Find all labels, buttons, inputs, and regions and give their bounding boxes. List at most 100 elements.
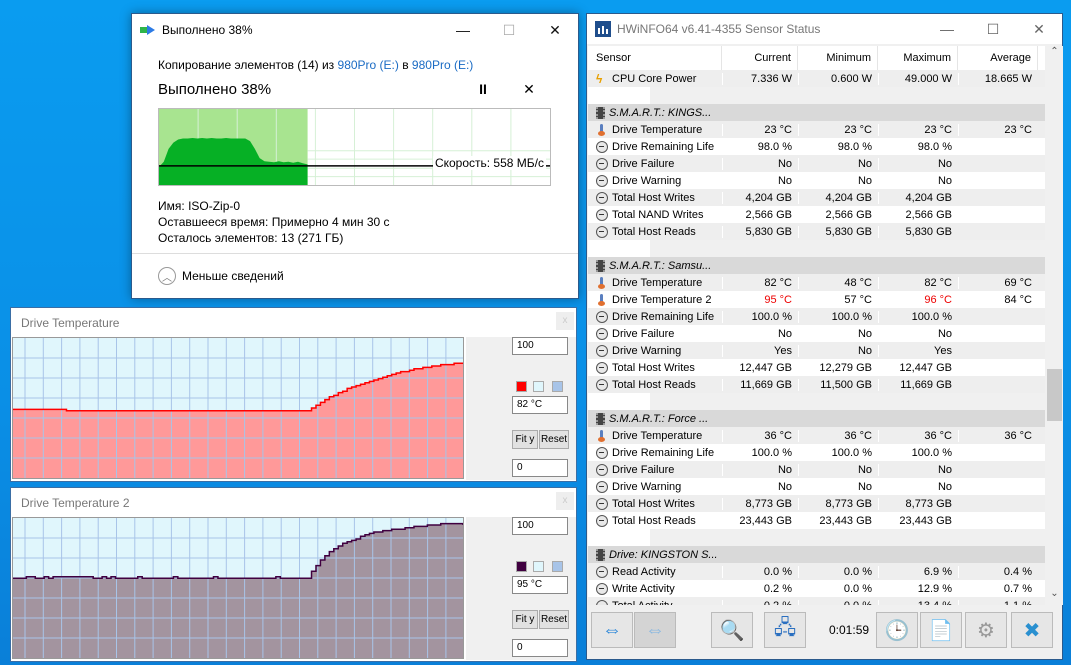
column-header-maximum[interactable]: Maximum xyxy=(878,46,958,70)
sensor-label: Total Host Writes xyxy=(612,361,695,374)
detail-label: Осталось элементов: xyxy=(158,231,278,245)
sensor-name: Drive Temperature xyxy=(588,123,722,136)
close-graph-button[interactable]: x xyxy=(556,312,574,330)
sensor-name: Total Host Reads xyxy=(588,514,722,527)
column-header-minimum[interactable]: Minimum xyxy=(798,46,878,70)
reset-timer-icon: 🕒 xyxy=(884,619,910,642)
sensor-name: S.M.A.R.T.: KINGS... xyxy=(588,106,722,119)
copy-icon xyxy=(140,25,156,35)
maximum-value: 4,204 GB xyxy=(878,191,958,204)
close-button[interactable]: ✕ xyxy=(532,14,578,46)
grid-color-swatch[interactable] xyxy=(552,561,563,572)
sensor-row[interactable]: Total NAND Writes 2,566 GB 2,566 GB 2,566 G… xyxy=(588,206,1045,223)
collapse-columns-button[interactable]: ⇔ xyxy=(634,612,676,648)
y-min-input[interactable]: 0 xyxy=(512,459,568,477)
line-color-swatch[interactable] xyxy=(516,381,527,392)
sensor-details-button[interactable]: 🔍 xyxy=(711,612,753,648)
sensor-name: S.M.A.R.T.: Force ... xyxy=(588,412,722,425)
minimize-button[interactable]: — xyxy=(924,13,970,45)
column-header-average[interactable]: Average xyxy=(958,46,1038,70)
hwinfo-sensor-window: HWiNFO64 v6.41-4355 Sensor Status — ☐ ✕ … xyxy=(586,13,1063,660)
sensor-group-row[interactable]: S.M.A.R.T.: Force ... xyxy=(588,410,1045,427)
network-button[interactable]: 🖧 xyxy=(764,612,806,648)
clock-icon xyxy=(596,157,608,170)
sensor-row[interactable]: Drive Failure No No No xyxy=(588,461,1045,478)
y-max-input[interactable]: 100 xyxy=(512,337,568,355)
sensor-row[interactable]: Total Host Reads 5,830 GB 5,830 GB 5,830 GB xyxy=(588,223,1045,240)
reset-button[interactable]: Reset xyxy=(539,430,569,449)
maximum-value: 6.9 % xyxy=(878,565,958,578)
sensor-row[interactable]: Total Host Writes 8,773 GB 8,773 GB 8,773 G… xyxy=(588,495,1045,512)
cancel-button[interactable]: ✕ xyxy=(506,81,552,98)
sensor-group-row[interactable]: S.M.A.R.T.: KINGS... xyxy=(588,104,1045,121)
spacer-row xyxy=(588,529,1045,546)
destination-link[interactable]: 980Pro (E:) xyxy=(412,58,473,72)
sensor-row[interactable]: Drive Temperature 36 °C 36 °C 36 °C 36 °C xyxy=(588,427,1045,444)
spacer-cell xyxy=(588,529,650,546)
sensor-row[interactable]: Drive Temperature 82 °C 48 °C 82 °C 69 °C xyxy=(588,274,1045,291)
fit-y-button[interactable]: Fit y xyxy=(512,610,538,629)
sensor-row[interactable]: Read Activity 0.0 % 0.0 % 6.9 % 0.4 % xyxy=(588,563,1045,580)
drive-temperature-2-chart xyxy=(13,518,464,658)
sensor-row[interactable]: Total Host Reads 23,443 GB 23,443 GB 23,443… xyxy=(588,512,1045,529)
sensor-row[interactable]: Drive Temperature 23 °C 23 °C 23 °C 23 °C xyxy=(588,121,1045,138)
sensor-group-row[interactable]: Drive: KINGSTON S... xyxy=(588,546,1045,563)
sensor-row[interactable]: Drive Temperature 2 95 °C 57 °C 96 °C 84 °C xyxy=(588,291,1045,308)
sensor-row[interactable]: Drive Remaining Life 100.0 % 100.0 % 100.0 … xyxy=(588,444,1045,461)
thermometer-icon xyxy=(596,293,608,306)
sensor-name: Total Host Writes xyxy=(588,191,722,204)
source-link[interactable]: 980Pro (E:) xyxy=(338,58,399,72)
sensor-row[interactable]: Drive Warning No No No xyxy=(588,172,1045,189)
sensor-row[interactable]: Drive Failure No No No xyxy=(588,325,1045,342)
current-value: No xyxy=(722,480,798,493)
sensor-row[interactable]: ϟ CPU Core Power 7.336 W 0.600 W 49.000 W 18.… xyxy=(588,70,1045,87)
expand-columns-button[interactable]: ⇔ xyxy=(591,612,633,648)
sensor-row[interactable]: Write Activity 0.2 % 0.0 % 12.9 % 0.7 % xyxy=(588,580,1045,597)
sensor-name: Drive Temperature xyxy=(588,276,722,289)
y-max-input[interactable]: 100 xyxy=(512,517,568,535)
sensor-table: Sensor Current Minimum Maximum Average ϟ… xyxy=(588,46,1045,605)
reset-button[interactable]: Reset xyxy=(539,610,569,629)
close-sensors-icon: ✖ xyxy=(1023,619,1041,642)
scroll-up-icon[interactable]: ⌃ xyxy=(1046,46,1063,63)
sensor-row[interactable]: Drive Remaining Life 98.0 % 98.0 % 98.0 % xyxy=(588,138,1045,155)
reset-timer-button[interactable]: 🕒 xyxy=(876,612,918,648)
sensor-row[interactable]: Drive Remaining Life 100.0 % 100.0 % 100.0 … xyxy=(588,308,1045,325)
pause-button[interactable]: II xyxy=(460,81,506,97)
sensor-label: CPU Core Power xyxy=(612,72,697,85)
current-value: 23 °C xyxy=(722,123,798,136)
sensor-row[interactable]: Total Host Reads 11,669 GB 11,500 GB 11,669… xyxy=(588,376,1045,393)
y-min-input[interactable]: 0 xyxy=(512,639,568,657)
sensor-row[interactable]: Drive Warning Yes No Yes xyxy=(588,342,1045,359)
sensor-row[interactable]: Drive Warning No No No xyxy=(588,478,1045,495)
close-graph-button[interactable]: x xyxy=(556,492,574,510)
sensor-label: Drive Remaining Life xyxy=(612,310,715,323)
vertical-scrollbar[interactable]: ⌃ ⌄ xyxy=(1046,46,1063,605)
sensor-group-row[interactable]: S.M.A.R.T.: Samsu... xyxy=(588,257,1045,274)
logging-button[interactable]: 📄 xyxy=(920,612,962,648)
column-header-sensor[interactable]: Sensor xyxy=(588,46,722,70)
lightning-icon: ϟ xyxy=(596,72,603,85)
fit-y-button[interactable]: Fit y xyxy=(512,430,538,449)
detail-row: Оставшееся время: Примерно 4 мин 30 с xyxy=(158,214,552,230)
sensor-row[interactable]: Total Host Writes 4,204 GB 4,204 GB 4,204 G… xyxy=(588,189,1045,206)
maximum-value: 36 °C xyxy=(878,429,958,442)
maximum-value: 23 °C xyxy=(878,123,958,136)
line-color-swatch[interactable] xyxy=(516,561,527,572)
grid-color-swatch[interactable] xyxy=(552,381,563,392)
settings-button[interactable]: ⚙ xyxy=(965,612,1007,648)
scrollbar-thumb[interactable] xyxy=(1047,369,1062,421)
current-value: 8,773 GB xyxy=(722,497,798,510)
background-color-swatch[interactable] xyxy=(533,381,544,392)
column-header-current[interactable]: Current xyxy=(722,46,798,70)
minimize-button[interactable]: — xyxy=(440,14,486,46)
fewer-details-toggle[interactable]: ︿ Меньше сведений xyxy=(132,253,578,298)
sensor-row[interactable]: Total Host Writes 12,447 GB 12,279 GB 12,44… xyxy=(588,359,1045,376)
maximize-button[interactable]: ☐ xyxy=(970,13,1016,45)
scroll-down-icon[interactable]: ⌄ xyxy=(1046,588,1063,605)
sensor-row[interactable]: Total Activity 0.2 %0.0 %13.4 %1.1 % xyxy=(588,597,1045,605)
close-button[interactable]: ✕ xyxy=(1016,13,1062,45)
close-sensors-button[interactable]: ✖ xyxy=(1011,612,1053,648)
sensor-row[interactable]: Drive Failure No No No xyxy=(588,155,1045,172)
background-color-swatch[interactable] xyxy=(533,561,544,572)
